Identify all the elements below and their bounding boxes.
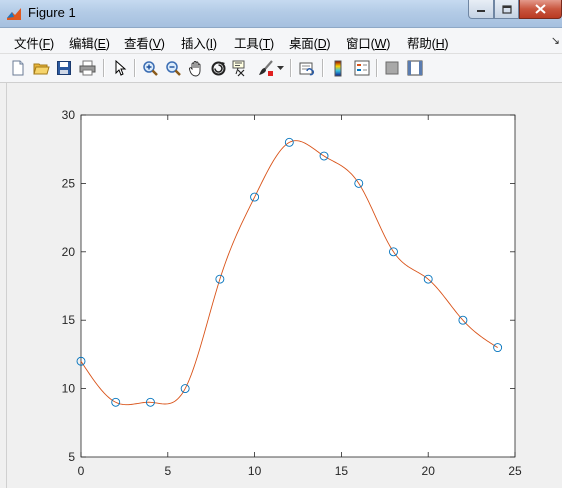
print-button[interactable] [77,58,97,78]
rotate-3d-icon [211,61,225,75]
link-plot-icon [299,62,314,75]
matlab-figure-icon [7,8,21,20]
menu-tools[interactable]: 工具(T) [234,33,274,52]
maximize-button[interactable] [494,0,519,19]
menu-overflow-icon[interactable]: ↘ [551,34,560,47]
data-cursor-button[interactable] [230,58,250,78]
figure-canvas[interactable]: 0 5 10 15 20 25 5 10 15 20 25 30 [6,83,562,488]
menu-view[interactable]: 查看(V) [124,33,165,52]
pointer-icon [115,60,127,76]
new-figure-button[interactable] [8,58,28,78]
pointer-button[interactable] [110,58,130,78]
rotate-3d-button[interactable] [208,58,228,78]
maximize-icon [501,4,512,14]
open-file-icon [32,63,50,75]
colorbar-icon [334,60,342,76]
x-tick-label: 0 [78,464,85,478]
brush-icon [258,59,273,76]
toolbar-separator [322,59,323,77]
close-icon [535,4,546,14]
x-tick-label: 15 [335,464,349,478]
title-bar: Figure 1 [0,0,562,28]
zoom-in-button[interactable] [140,58,160,78]
y-tick-label: 20 [62,245,76,259]
legend-button[interactable] [352,58,372,78]
brush-dropdown-button[interactable] [275,58,285,78]
plot-axes[interactable]: 0 5 10 15 20 2551015202530 [7,83,562,488]
toolbar-separator [290,59,291,77]
y-tick-label: 30 [62,108,76,122]
print-icon [79,60,95,76]
toolbar-separator [376,59,377,77]
menu-bar: 文件(F) 编辑(E) 查看(V) 插入(I) 工具(T) 桌面(D) 窗口(W… [0,28,562,54]
link-plot-button[interactable] [297,58,317,78]
x-tick-label: 25 [508,464,522,478]
x-tick-label: 20 [422,464,436,478]
menu-desktop[interactable]: 桌面(D) [289,33,331,52]
hide-plot-tools-button[interactable] [382,58,402,78]
minimize-button[interactable] [468,0,494,19]
zoom-out-icon [165,60,181,76]
close-button[interactable] [519,0,562,19]
y-tick-label: 15 [62,313,76,327]
show-plot-tools-button[interactable] [405,58,425,78]
open-file-button[interactable] [31,58,51,78]
x-tick-label: 5 [164,464,171,478]
y-tick-label: 25 [62,176,76,190]
toolbar [0,54,562,83]
new-figure-icon [12,60,24,76]
hide-plot-tools-icon [385,61,399,75]
data-cursor-icon [232,60,244,76]
window-title: Figure 1 [28,5,76,20]
toolbar-separator [103,59,104,77]
colorbar-button[interactable] [328,58,348,78]
y-tick-label: 10 [62,382,76,396]
show-plot-tools-icon [407,60,423,76]
zoom-in-icon [142,60,158,76]
legend-icon [354,60,370,76]
menu-file[interactable]: 文件(F) [14,33,54,52]
brush-button[interactable] [255,58,275,78]
save-button[interactable] [54,58,74,78]
y-tick-label: 5 [68,450,75,464]
axes-box [80,114,516,458]
menu-insert[interactable]: 插入(I) [181,33,217,52]
brush-dropdown-icon [276,65,284,70]
minimize-icon [477,10,485,12]
pan-hand-icon [189,60,201,76]
toolbar-separator [134,59,135,77]
zoom-out-button[interactable] [163,58,183,78]
menu-help[interactable]: 帮助(H) [407,33,449,52]
x-tick-label: 10 [248,464,262,478]
save-icon [57,61,71,75]
menu-edit[interactable]: 编辑(E) [69,33,110,52]
menu-window[interactable]: 窗口(W) [346,33,390,52]
pan-button[interactable] [186,58,206,78]
